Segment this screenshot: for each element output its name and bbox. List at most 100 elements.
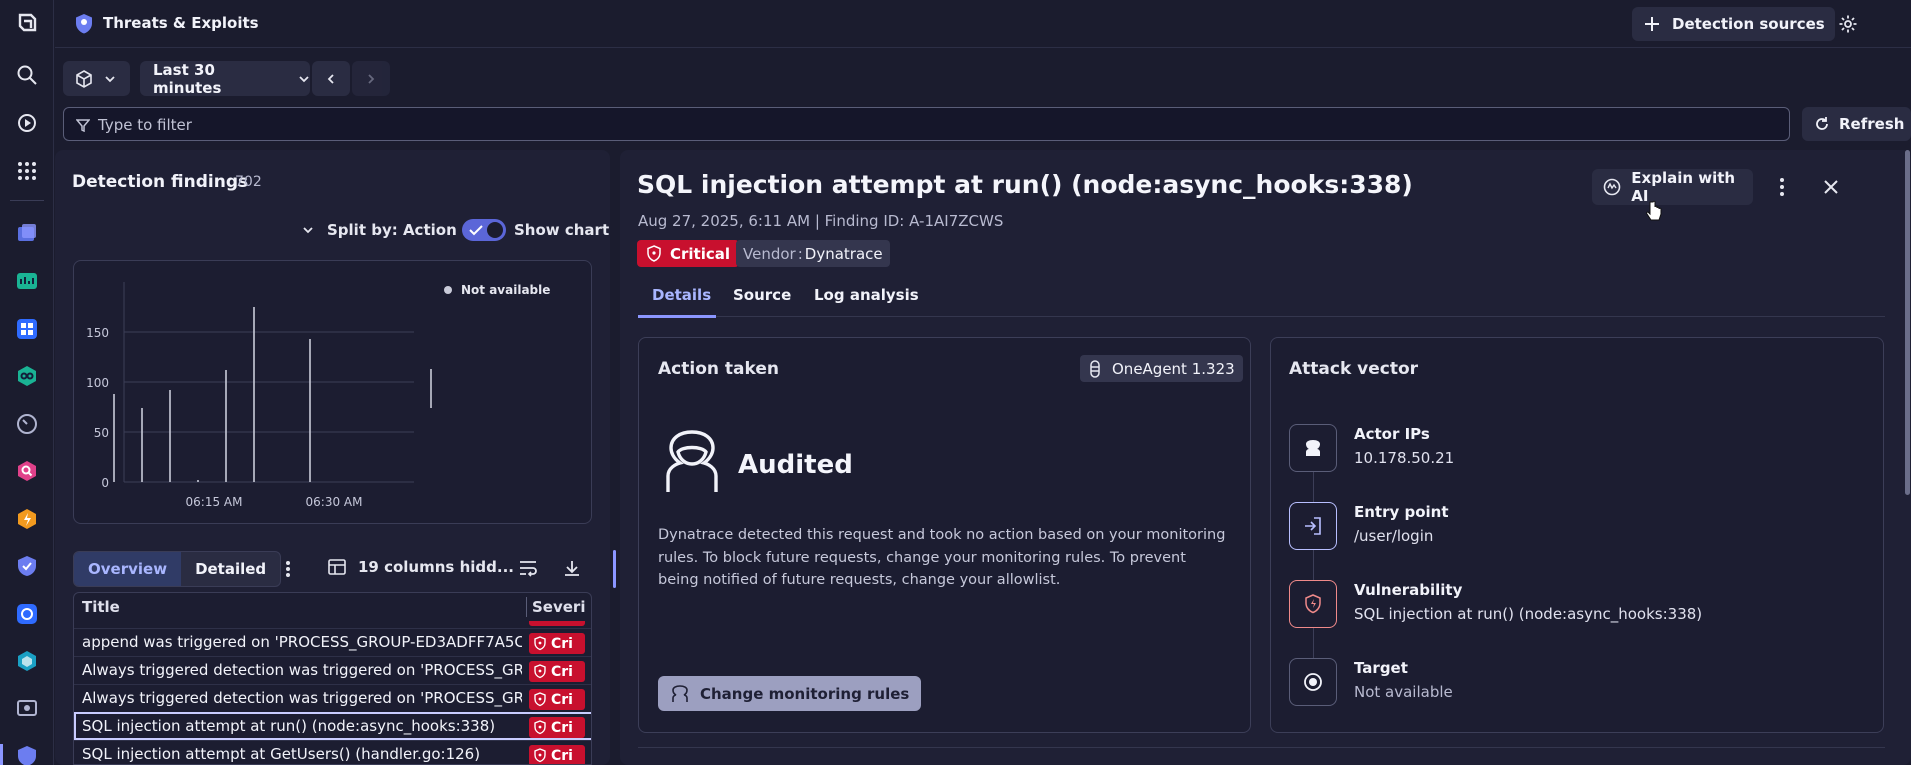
cube-icon — [76, 69, 92, 88]
view-switch[interactable]: Overview Detailed — [73, 551, 282, 587]
vulnerability-label: Vulnerability — [1354, 581, 1463, 599]
security-app-icon[interactable] — [13, 552, 41, 580]
shield-alert-icon — [534, 692, 546, 707]
columns-hidden-button[interactable]: 19 columns hidd... — [328, 558, 514, 576]
audited-hooded-figure-icon — [660, 430, 724, 496]
ai-app-icon[interactable] — [13, 600, 41, 628]
vector-heading: Attack vector — [1289, 359, 1419, 379]
check-icon — [469, 225, 483, 236]
y-tick-label: 100 — [86, 376, 109, 390]
close-icon[interactable] — [1822, 178, 1840, 196]
row-title: SQL injection attempt at run() (node:asy… — [82, 717, 496, 735]
table-columns-icon — [328, 559, 346, 575]
finding-meta: Aug 27, 2025, 6:11 AM | Finding ID: A-1A… — [638, 212, 1004, 230]
dashboards-app-icon[interactable] — [13, 315, 41, 343]
target-value: Not available — [1354, 683, 1453, 701]
settings-gear-icon[interactable] — [1835, 11, 1861, 37]
wrap-lines-icon[interactable] — [518, 559, 538, 577]
filter-placeholder: Type to filter — [98, 116, 192, 134]
action-status: Audited — [738, 450, 853, 480]
table-row[interactable]: append was triggered on 'PROCESS_GROUP-E… — [74, 628, 591, 656]
chevron-down-icon — [299, 75, 309, 82]
table-row[interactable]: SQL injection attempt at GetUsers() (han… — [74, 740, 591, 764]
search-icon[interactable] — [13, 61, 41, 89]
column-header-title[interactable]: Title — [82, 593, 120, 621]
view-overview-tab[interactable]: Overview — [74, 552, 182, 586]
row-title: append was triggered on 'PROCESS_GROUP-E… — [82, 633, 522, 651]
vector-connector-line — [1313, 470, 1314, 660]
detection-sources-label: Detection sources — [1672, 15, 1825, 33]
actor-hooded-icon — [1289, 424, 1337, 472]
active-tab-indicator — [638, 315, 716, 318]
action-description: Dynatrace detected this request and took… — [658, 527, 1226, 588]
table-row[interactable]: Always triggered detection was triggered… — [74, 656, 591, 684]
threats-app-logo-icon — [74, 13, 94, 35]
view-detailed-tab[interactable]: Detailed — [181, 552, 280, 586]
chart-svg: 0 50 100 150 06:15 AM 06:30 AM Not available — [86, 282, 550, 509]
tab-log-analysis[interactable]: Log analysis — [814, 286, 919, 304]
timeframe-selector[interactable]: Last 30 minutes — [140, 61, 310, 97]
chevron-down-icon — [303, 227, 313, 234]
refresh-button[interactable]: Refresh — [1802, 107, 1911, 141]
download-icon[interactable] — [563, 559, 581, 577]
finding-title: SQL injection attempt at run() (node:asy… — [637, 170, 1413, 199]
timeframe-previous-button[interactable] — [312, 61, 350, 96]
x-tick-label: 06:30 AM — [306, 495, 363, 509]
hosts-app-icon[interactable] — [13, 220, 41, 248]
table-row[interactable]: Always triggered detection was triggered… — [74, 684, 591, 712]
chevron-right-icon — [368, 73, 375, 84]
cube-app-icon[interactable] — [13, 647, 41, 675]
more-options-icon[interactable] — [280, 559, 296, 579]
timeframe-next-button[interactable] — [352, 61, 390, 96]
explain-with-ai-button[interactable]: Explain with AI — [1592, 169, 1753, 205]
actor-ips-value: 10.178.50.21 — [1354, 449, 1455, 467]
chevron-down-icon — [105, 75, 115, 82]
threats-app-icon[interactable] — [13, 742, 41, 765]
row-title: SQL injection attempt at GetUsers() (han… — [82, 745, 481, 763]
ai-sparkle-icon — [1603, 178, 1621, 196]
severity-badge: Cri — [529, 689, 585, 710]
vulnerability-value: SQL injection at run() (node:async_hooks… — [1354, 605, 1703, 623]
show-chart-toggle[interactable] — [462, 219, 506, 241]
show-chart-label: Show chart — [514, 221, 610, 239]
findings-count: 702 — [235, 174, 262, 190]
more-actions-icon[interactable] — [1774, 177, 1790, 197]
findings-table: Title Severi append was triggered on 'PR… — [73, 592, 592, 765]
settings-app-icon[interactable] — [13, 695, 41, 723]
detail-scrollbar[interactable] — [1905, 150, 1910, 495]
split-by-button[interactable]: Split by: Action — [302, 221, 457, 239]
oneagent-badge: OneAgent 1.323 — [1080, 355, 1243, 382]
y-tick-label: 150 — [86, 326, 109, 340]
column-header-severity[interactable]: Severi — [532, 593, 591, 621]
actor-ips-label: Actor IPs — [1354, 425, 1430, 443]
target-icon — [1289, 658, 1337, 706]
refresh-icon — [1816, 117, 1828, 130]
segment-selector-button[interactable] — [63, 61, 130, 96]
tabs-divider — [638, 316, 1885, 317]
gauge-app-icon[interactable] — [13, 410, 41, 438]
next-section-edge — [638, 747, 1885, 765]
vulnerability-shield-icon — [1289, 580, 1337, 628]
chevron-left-icon — [327, 73, 334, 84]
apps-grid-icon[interactable] — [13, 157, 41, 185]
refresh-label: Refresh — [1839, 115, 1905, 133]
tab-source[interactable]: Source — [733, 286, 791, 304]
vendor-tag: Vendor: Dynatrace — [736, 240, 890, 267]
shield-alert-icon — [534, 636, 546, 651]
table-row-selected[interactable]: SQL injection attempt at run() (node:asy… — [74, 712, 591, 740]
panel-resize-handle[interactable] — [613, 550, 616, 588]
change-monitoring-rules-button[interactable]: Change monitoring rules — [658, 676, 922, 711]
infinity-app-icon[interactable] — [13, 362, 41, 390]
shield-alert-icon — [534, 720, 546, 735]
play-icon[interactable] — [13, 109, 41, 137]
action-heading: Action taken — [658, 359, 779, 379]
workflows-app-icon[interactable] — [13, 505, 41, 533]
kubernetes-app-icon[interactable] — [13, 267, 41, 295]
detection-sources-button[interactable]: Detection sources — [1632, 7, 1835, 41]
investigations-app-icon[interactable] — [13, 457, 41, 485]
dynatrace-logo-icon[interactable] — [13, 10, 41, 38]
filter-field[interactable]: Type to filter — [63, 107, 1790, 141]
tab-details[interactable]: Details — [652, 286, 711, 304]
app-title: Threats & Exploits — [103, 14, 259, 32]
target-label: Target — [1354, 659, 1408, 677]
